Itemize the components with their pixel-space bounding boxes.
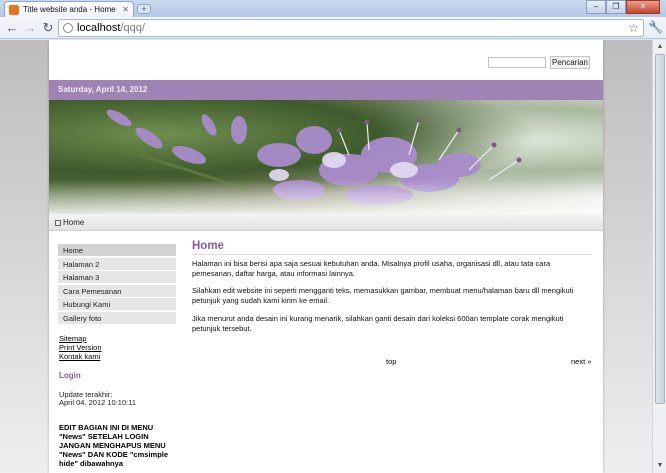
forward-icon[interactable]: → <box>22 20 38 36</box>
page-title: Home <box>192 240 224 252</box>
search-input[interactable] <box>488 57 546 68</box>
header-banner-image <box>49 100 603 214</box>
globe-icon <box>63 23 73 33</box>
content-paragraph: Jika menurut anda desain ini kurang mena… <box>192 314 564 333</box>
breadcrumb-current[interactable]: Home <box>63 218 84 227</box>
sidebar-item-gallery-foto[interactable]: Gallery foto <box>58 311 176 325</box>
tab-title: Title website anda - Home <box>23 5 116 14</box>
sitemap-link[interactable]: Sitemap <box>59 334 102 343</box>
sidebar-item-halaman-2[interactable]: Halaman 2 <box>58 257 176 271</box>
scrollbar-thumb[interactable] <box>655 54 665 404</box>
page-viewport: Pencarian Saturday, April 14, 2012 Home … <box>0 40 666 473</box>
login-link[interactable]: Login <box>59 371 81 380</box>
sidebar-item-home[interactable]: Home <box>58 244 176 257</box>
site-favicon-icon <box>9 4 19 15</box>
sidebar-links: Sitemap Print Version Kontak kami <box>59 334 102 361</box>
print-version-link[interactable]: Print Version <box>59 343 102 352</box>
scroll-up-icon[interactable]: ▲ <box>654 41 666 53</box>
title-divider <box>192 254 592 255</box>
sidebar-item-halaman-3[interactable]: Halaman 3 <box>58 271 176 285</box>
wrench-icon[interactable]: 🔧 <box>648 20 663 34</box>
maximize-button[interactable]: ❐ <box>606 0 626 14</box>
news-notice: EDIT BAGIAN INI DI MENU "News" SETELAH L… <box>59 423 169 468</box>
window-controls: – ❐ ✕ <box>586 0 660 14</box>
new-tab-button[interactable]: + <box>137 4 151 14</box>
tab-strip: Title website anda - Home ✕ + – ❐ ✕ <box>0 0 666 17</box>
sidebar-menu: Home Halaman 2 Halaman 3 Cara Pemesanan … <box>58 244 176 326</box>
next-link[interactable]: next » <box>571 357 591 366</box>
update-value: April 04. 2012 10:10:11 <box>59 398 137 407</box>
url-path: /qqq/ <box>120 22 145 34</box>
close-window-button[interactable]: ✕ <box>626 0 660 14</box>
date-bar: Saturday, April 14, 2012 <box>49 80 603 100</box>
reload-icon[interactable]: ↻ <box>40 20 56 36</box>
breadcrumb: Home <box>49 214 603 231</box>
content-paragraph: Silahkan edit website ini seperti mengga… <box>192 286 574 305</box>
content-paragraph: Halaman ini bisa berisi apa saja sesuai … <box>192 259 551 278</box>
sidebar-item-hubungi-kami[interactable]: Hubungi Kami <box>58 298 176 312</box>
scroll-down-icon[interactable]: ▼ <box>654 460 666 472</box>
home-icon <box>55 220 61 226</box>
back-icon[interactable]: ← <box>4 20 20 36</box>
tab-close-icon[interactable]: ✕ <box>122 5 129 14</box>
banner-fade <box>49 180 603 214</box>
address-bar[interactable]: localhost/qqq/ ☆ <box>58 19 644 37</box>
browser-toolbar: ← → ↻ localhost/qqq/ ☆ 🔧 <box>0 17 666 39</box>
sidebar-item-cara-pemesanan[interactable]: Cara Pemesanan <box>58 284 176 298</box>
contact-link[interactable]: Kontak kami <box>59 352 102 361</box>
current-date: Saturday, April 14, 2012 <box>58 85 148 94</box>
url-host: localhost <box>77 22 121 34</box>
minimize-button[interactable]: – <box>586 0 606 14</box>
search-button[interactable]: Pencarian <box>550 56 590 69</box>
browser-tab[interactable]: Title website anda - Home ✕ <box>4 1 134 17</box>
page-container: Pencarian Saturday, April 14, 2012 Home … <box>49 40 603 473</box>
vertical-scrollbar[interactable]: ▲ ▼ <box>652 40 666 473</box>
star-icon[interactable]: ☆ <box>628 21 639 35</box>
top-link[interactable]: top <box>386 357 396 366</box>
